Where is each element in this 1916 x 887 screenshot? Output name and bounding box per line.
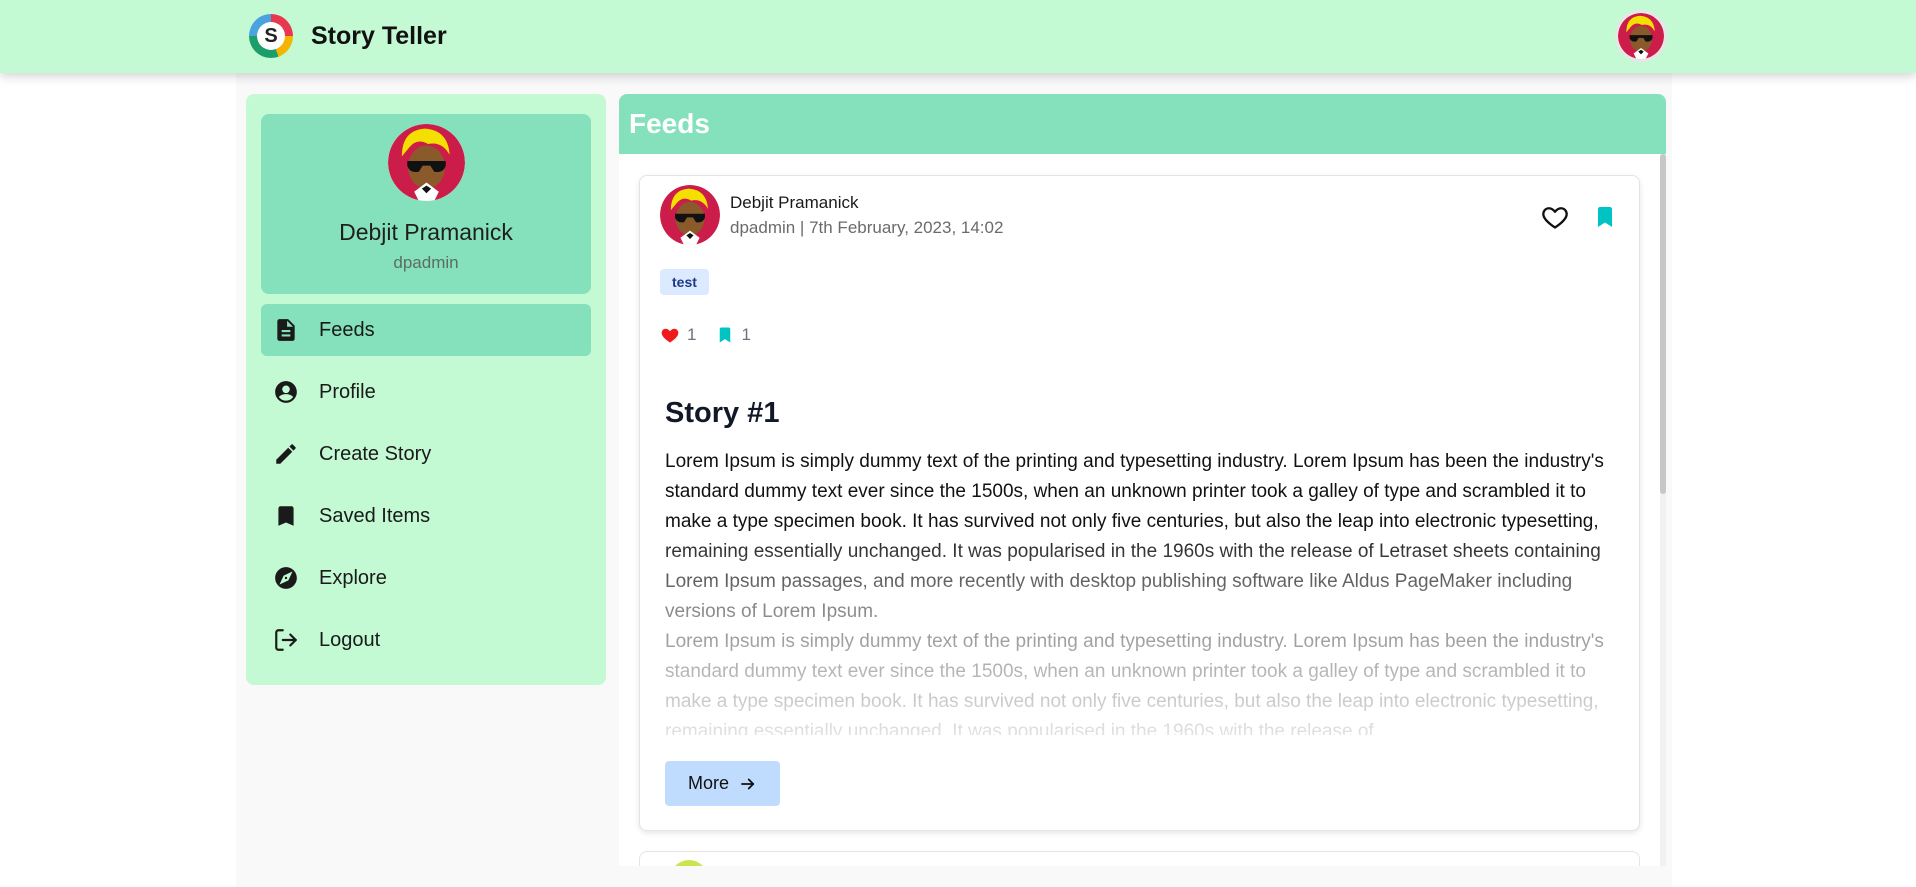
app-logo-letter: S [257,22,285,50]
profile-name: Debjit Pramanick [339,219,513,245]
story-stats: 1 1 [660,325,771,345]
story-paragraph: Lorem Ipsum is simply dummy text of the … [665,451,1604,622]
story-paragraph: Lorem Ipsum is simply dummy text of the … [665,631,1604,735]
more-button-label: More [687,773,729,793]
profile-username: dpadmin [393,253,459,272]
sidebar-item-logout[interactable]: Logout [261,614,591,666]
feeds-panel: Feeds Debjit Pramanick dpadmin | 7th Feb… [619,94,1666,866]
scrollbar-thumb[interactable] [1660,154,1666,494]
bookmark-filled-icon [720,327,731,343]
like-button[interactable] [1540,202,1570,232]
sidebar-item-profile[interactable]: Profile [261,366,591,418]
like-count: 1 [660,325,696,345]
arrow-right-icon [741,778,755,789]
account-circle-icon [272,378,300,406]
author-meta: dpadmin | 7th February, 2023, 14:02 [730,218,1004,237]
bookmark-icon [272,502,300,530]
bookmark-button[interactable] [1590,202,1620,232]
heart-filled-icon [661,328,679,343]
logout-icon [272,626,300,654]
sidebar: Debjit Pramanick dpadmin Feeds Profile C… [246,94,606,685]
sidebar-item-saved-items[interactable]: Saved Items [261,490,591,542]
more-button[interactable]: More [665,761,780,806]
sidebar-item-label: Feeds [319,318,375,341]
app-title: Story Teller [311,21,447,50]
sidebar-item-label: Saved Items [319,504,431,527]
profile-card: Debjit Pramanick dpadmin [261,114,591,294]
sidebar-nav: Feeds Profile Create Story Saved Items E… [261,304,591,676]
save-count-value: 1 [741,325,751,344]
sidebar-item-explore[interactable]: Explore [261,552,591,604]
story-tag[interactable]: test [660,269,709,295]
author-avatar[interactable] [660,185,720,245]
pencil-icon [272,440,300,468]
story-card [639,851,1640,866]
sidebar-item-label: Profile [319,380,376,403]
feeds-title: Feeds [629,108,710,139]
user-avatar-menu[interactable] [1615,10,1667,62]
story-title[interactable]: Story #1 [665,397,779,430]
avatar-image [388,124,465,201]
sidebar-item-label: Logout [319,628,381,651]
top-app-bar: S Story Teller [0,0,1916,73]
document-icon [272,316,300,344]
story-body: Lorem Ipsum is simply dummy text of the … [665,447,1620,735]
avatar-image [660,185,720,245]
feeds-scrollbar[interactable] [1660,154,1666,866]
avatar-image [1618,13,1664,59]
story-card: Debjit Pramanick dpadmin | 7th February,… [639,175,1640,831]
sidebar-item-create-story[interactable]: Create Story [261,428,591,480]
sidebar-item-label: Explore [319,566,387,589]
app-logo-icon: S [249,14,293,58]
bookmark-icon [1598,207,1612,227]
sidebar-item-feeds[interactable]: Feeds [261,304,591,356]
author-avatar[interactable] [670,860,708,866]
like-count-value: 1 [687,325,697,344]
heart-outline-icon [1542,207,1568,229]
save-count: 1 [716,325,751,345]
compass-icon [272,564,300,592]
profile-avatar[interactable] [388,124,465,201]
sidebar-item-label: Create Story [319,442,432,465]
author-name[interactable]: Debjit Pramanick [730,193,859,213]
brand[interactable]: S Story Teller [249,14,447,58]
feeds-header: Feeds [619,94,1666,154]
